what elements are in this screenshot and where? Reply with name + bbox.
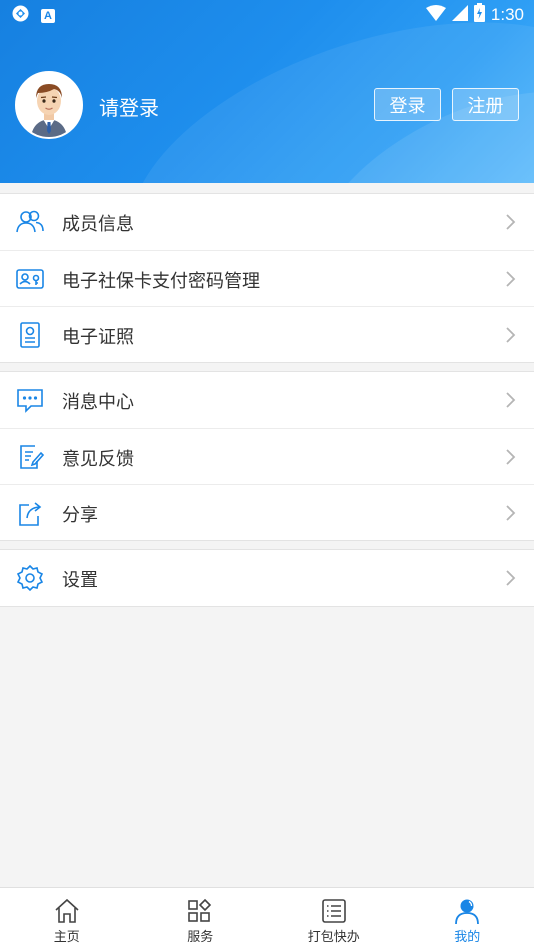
register-button[interactable]: 注册 xyxy=(452,88,519,121)
menu-item-label: 电子证照 xyxy=(62,327,134,348)
chevron-right-icon xyxy=(504,504,516,522)
settings-icon xyxy=(15,564,45,592)
menu-item-label: 电子社保卡支付密码管理 xyxy=(62,271,260,292)
menu-item-settings[interactable]: 设置 xyxy=(0,550,534,606)
menu-item-label: 成员信息 xyxy=(62,214,134,235)
chevron-right-icon xyxy=(504,569,516,587)
menu-item-label: 设置 xyxy=(62,570,98,591)
vpn-icon xyxy=(12,5,29,26)
clock: 1:30 xyxy=(490,4,524,24)
menu-item-e-license[interactable]: 电子证照 xyxy=(0,306,534,362)
tab-package-service[interactable]: 打包快办 xyxy=(267,888,401,950)
list-icon xyxy=(321,899,346,923)
feedback-icon xyxy=(15,443,45,471)
avatar[interactable] xyxy=(15,71,83,139)
members-icon xyxy=(15,208,45,236)
tab-label: 主页 xyxy=(53,930,80,945)
profile-header: A 1:30 请登录 登录 注册 xyxy=(0,0,534,183)
tab-label: 打包快办 xyxy=(307,930,360,945)
chevron-right-icon xyxy=(504,391,516,409)
notification-badge: A xyxy=(41,8,55,23)
chevron-right-icon xyxy=(504,326,516,344)
profile-icon xyxy=(455,899,480,924)
menu-item-label: 分享 xyxy=(62,505,98,526)
battery-icon xyxy=(473,3,485,26)
login-button[interactable]: 登录 xyxy=(374,88,441,121)
login-prompt[interactable]: 请登录 xyxy=(99,92,159,121)
chevron-right-icon xyxy=(504,213,516,231)
chevron-right-icon xyxy=(504,270,516,288)
social-card-icon xyxy=(15,265,45,293)
tab-home[interactable]: 主页 xyxy=(0,888,134,950)
menu-item-messages[interactable]: 消息中心 xyxy=(0,372,534,428)
license-icon xyxy=(15,321,45,349)
menu-item-social-card-password[interactable]: 电子社保卡支付密码管理 xyxy=(0,250,534,306)
menu-group-settings: 设置 xyxy=(0,549,534,607)
status-bar: A 1:30 xyxy=(0,0,534,30)
wifi-icon xyxy=(425,4,446,25)
menu-item-members[interactable]: 成员信息 xyxy=(0,194,534,250)
message-icon xyxy=(15,386,45,414)
tab-label: 服务 xyxy=(187,930,214,945)
tab-services[interactable]: 服务 xyxy=(134,888,268,950)
bottom-tab-bar: 主页 服务 打包快办 我的 xyxy=(0,887,534,950)
menu-group-communication: 消息中心 意见反馈 分享 xyxy=(0,371,534,541)
menu-group-account: 成员信息 电子社保卡支付密码管理 电子证照 xyxy=(0,193,534,363)
tab-label: 我的 xyxy=(454,930,481,945)
signal-icon xyxy=(451,4,468,25)
home-icon xyxy=(55,898,79,923)
share-icon xyxy=(15,499,45,527)
menu-item-feedback[interactable]: 意见反馈 xyxy=(0,428,534,484)
services-icon xyxy=(188,898,212,922)
menu-item-label: 消息中心 xyxy=(62,392,134,413)
chevron-right-icon xyxy=(504,448,516,466)
menu-item-share[interactable]: 分享 xyxy=(0,484,534,540)
menu-item-label: 意见反馈 xyxy=(62,449,134,470)
tab-mine[interactable]: 我的 xyxy=(401,888,534,950)
